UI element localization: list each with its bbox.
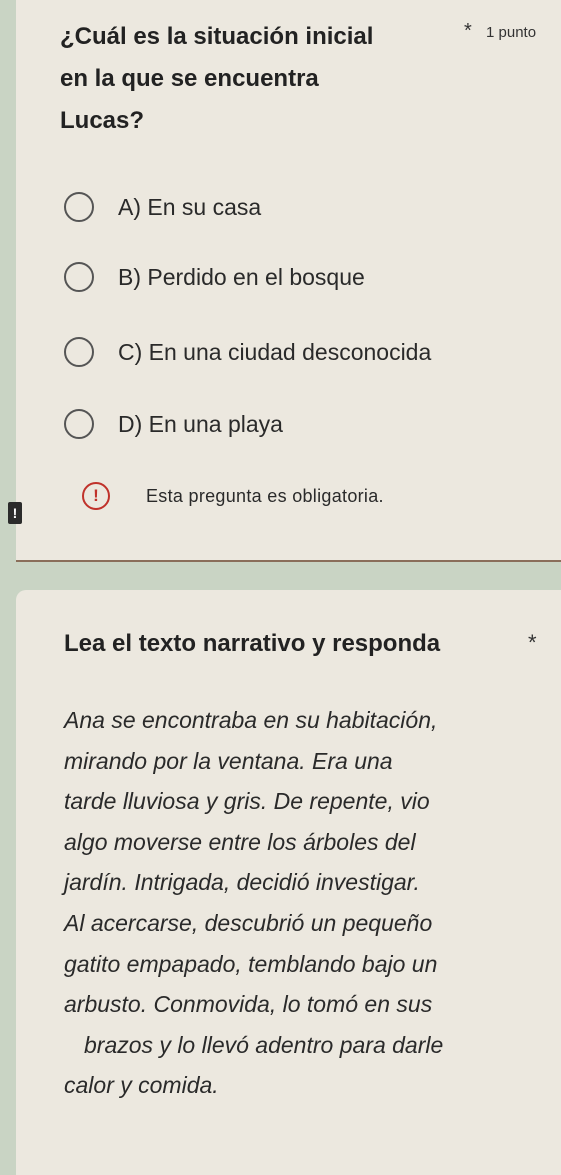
- passage-line: tarde lluviosa y gris. De repente, vio: [64, 788, 430, 815]
- option-a[interactable]: A) En su casa: [64, 187, 261, 227]
- option-label: C) En una ciudad desconocida: [118, 338, 432, 365]
- radio-button-icon[interactable]: [64, 337, 94, 367]
- option-b[interactable]: B) Perdido en el bosque: [64, 257, 365, 297]
- radio-button-icon[interactable]: [64, 192, 94, 222]
- points-label: 1 punto: [486, 24, 537, 41]
- question-card: Lea el texto narrativo y responda * Ana …: [16, 590, 561, 1175]
- passage-line: calor y comida.: [64, 1072, 219, 1099]
- feedback-flag-icon[interactable]: !: [8, 502, 22, 524]
- option-label: D) En una playa: [118, 410, 283, 437]
- option-label: A) En su casa: [118, 193, 262, 220]
- passage-line: brazos y lo llevó adentro para darle: [84, 1031, 444, 1058]
- question-card: ¿Cuál es la situación inicial en la que …: [16, 0, 561, 562]
- option-label: B) Perdido en el bosque: [118, 263, 365, 290]
- required-asterisk: *: [464, 20, 472, 42]
- required-message: Esta pregunta es obligatoria.: [146, 485, 384, 506]
- option-d[interactable]: D) En una playa: [64, 404, 283, 444]
- narrative-passage: Ana se encontraba en su habitación, mira…: [64, 700, 544, 1106]
- passage-line: gatito empapado, temblando bajo un: [64, 950, 438, 977]
- passage-line: jardín. Intrigada, decidió investigar.: [64, 869, 420, 896]
- passage-line: algo moverse entre los árboles del: [64, 828, 416, 855]
- option-c[interactable]: C) En una ciudad desconocida: [64, 332, 431, 372]
- required-asterisk: *: [528, 630, 537, 655]
- passage-line: mirando por la ventana. Era una: [64, 747, 393, 774]
- radio-button-icon[interactable]: [64, 409, 94, 439]
- question-title: Lea el texto narrativo y responda: [64, 630, 441, 657]
- radio-button-icon[interactable]: [64, 262, 94, 292]
- passage-line: Ana se encontraba en su habitación,: [64, 707, 438, 733]
- passage-line: Al acercarse, descubrió un pequeño: [64, 909, 433, 936]
- alert-icon: !: [82, 482, 110, 510]
- required-error: ! Esta pregunta es obligatoria.: [82, 482, 384, 510]
- passage-line: arbusto. Conmovida, lo tomó en sus: [64, 991, 433, 1018]
- question-title: ¿Cuál es la situación inicial en la que …: [60, 23, 374, 134]
